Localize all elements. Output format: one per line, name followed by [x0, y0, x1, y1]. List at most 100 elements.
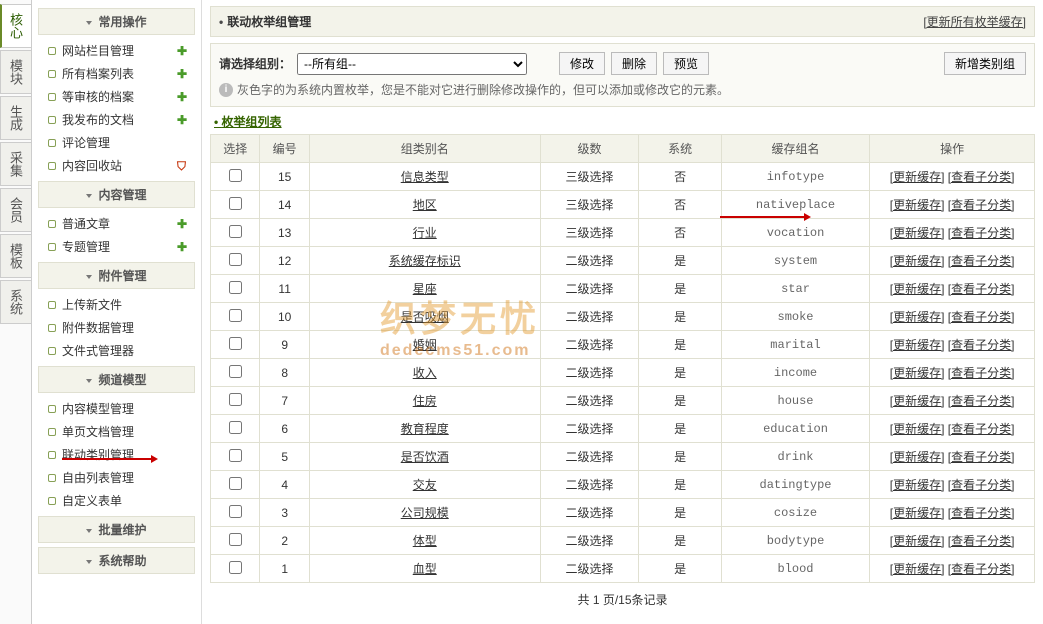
sidebar-item-2-1[interactable]: 附件数据管理 [38, 316, 195, 339]
view-children-link[interactable]: [查看子分类] [948, 366, 1015, 380]
sidebar-item-0-2[interactable]: 等审核的档案✚ [38, 85, 195, 108]
sidebar-item-0-1[interactable]: 所有档案列表✚ [38, 62, 195, 85]
preview-button[interactable]: 预览 [663, 52, 709, 75]
row-checkbox[interactable] [229, 477, 242, 490]
row-alias-link[interactable]: 系统缓存标识 [389, 254, 461, 268]
update-cache-link[interactable]: [更新缓存] [890, 450, 945, 464]
delete-button[interactable]: 删除 [611, 52, 657, 75]
row-id: 7 [260, 387, 309, 415]
row-checkbox[interactable] [229, 421, 242, 434]
sidebar-item-0-4[interactable]: 评论管理 [38, 131, 195, 154]
row-alias-link[interactable]: 公司规模 [401, 506, 449, 520]
sidebar-item-0-5[interactable]: 内容回收站⛉ [38, 154, 195, 177]
add-group-button[interactable]: 新增类别组 [944, 52, 1026, 75]
view-children-link[interactable]: [查看子分类] [948, 198, 1015, 212]
sidebar-item-2-0[interactable]: 上传新文件 [38, 293, 195, 316]
view-children-link[interactable]: [查看子分类] [948, 394, 1015, 408]
sidebar-group-1[interactable]: 内容管理 [38, 181, 195, 208]
update-cache-link[interactable]: [更新缓存] [890, 394, 945, 408]
row-checkbox[interactable] [229, 253, 242, 266]
row-level: 二级选择 [540, 359, 639, 387]
update-cache-link[interactable]: [更新缓存] [890, 338, 945, 352]
sidebar-item-0-3[interactable]: 我发布的文档✚ [38, 108, 195, 131]
left-tab-4[interactable]: 会员 [0, 188, 31, 232]
view-children-link[interactable]: [查看子分类] [948, 506, 1015, 520]
sidebar-item-label: 普通文章 [62, 215, 110, 232]
row-checkbox[interactable] [229, 337, 242, 350]
update-cache-link[interactable]: [更新缓存] [890, 562, 945, 576]
row-alias-link[interactable]: 信息类型 [401, 170, 449, 184]
sidebar-group-2[interactable]: 附件管理 [38, 262, 195, 289]
sidebar-item-3-4[interactable]: 自定义表单 [38, 489, 195, 512]
row-checkbox[interactable] [229, 561, 242, 574]
row-alias-link[interactable]: 血型 [413, 562, 437, 576]
row-alias-link[interactable]: 地区 [413, 198, 437, 212]
left-tab-2[interactable]: 生成 [0, 96, 31, 140]
row-level: 二级选择 [540, 415, 639, 443]
view-children-link[interactable]: [查看子分类] [948, 170, 1015, 184]
sidebar-item-0-0[interactable]: 网站栏目管理✚ [38, 39, 195, 62]
update-cache-link[interactable]: [更新缓存] [890, 170, 945, 184]
left-tab-5[interactable]: 模板 [0, 234, 31, 278]
sidebar-item-3-1[interactable]: 单页文档管理 [38, 420, 195, 443]
row-checkbox[interactable] [229, 505, 242, 518]
view-children-link[interactable]: [查看子分类] [948, 310, 1015, 324]
row-checkbox[interactable] [229, 393, 242, 406]
sidebar-item-2-2[interactable]: 文件式管理器 [38, 339, 195, 362]
row-alias-link[interactable]: 是否吸烟 [401, 310, 449, 324]
row-checkbox[interactable] [229, 281, 242, 294]
row-alias-link[interactable]: 收入 [413, 366, 437, 380]
row-id: 12 [260, 247, 309, 275]
view-children-link[interactable]: [查看子分类] [948, 422, 1015, 436]
left-tab-3[interactable]: 采集 [0, 142, 31, 186]
update-cache-link[interactable]: [更新缓存] [890, 254, 945, 268]
update-cache-link[interactable]: [更新缓存] [890, 310, 945, 324]
row-checkbox[interactable] [229, 449, 242, 462]
row-checkbox[interactable] [229, 225, 242, 238]
update-cache-link[interactable]: [更新缓存] [890, 534, 945, 548]
row-checkbox[interactable] [229, 309, 242, 322]
row-checkbox[interactable] [229, 365, 242, 378]
sidebar-item-3-3[interactable]: 自由列表管理 [38, 466, 195, 489]
sidebar-item-1-1[interactable]: 专题管理✚ [38, 235, 195, 258]
row-alias-link[interactable]: 体型 [413, 534, 437, 548]
view-children-link[interactable]: [查看子分类] [948, 338, 1015, 352]
row-alias-link[interactable]: 星座 [413, 282, 437, 296]
update-cache-link[interactable]: [更新缓存] [890, 422, 945, 436]
row-alias-link[interactable]: 行业 [413, 226, 437, 240]
sidebar-item-3-0[interactable]: 内容模型管理 [38, 397, 195, 420]
row-alias-link[interactable]: 住房 [413, 394, 437, 408]
update-cache-link[interactable]: [更新缓存] [890, 282, 945, 296]
sidebar-group-3[interactable]: 频道模型 [38, 366, 195, 393]
view-children-link[interactable]: [查看子分类] [948, 254, 1015, 268]
row-checkbox[interactable] [229, 197, 242, 210]
left-tab-1[interactable]: 模块 [0, 50, 31, 94]
view-children-link[interactable]: [查看子分类] [948, 478, 1015, 492]
view-children-link[interactable]: [查看子分类] [948, 226, 1015, 240]
row-alias-link[interactable]: 婚姻 [413, 338, 437, 352]
view-children-link[interactable]: [查看子分类] [948, 562, 1015, 576]
view-children-link[interactable]: [查看子分类] [948, 282, 1015, 296]
update-cache-link[interactable]: [更新缓存] [890, 366, 945, 380]
sidebar-item-1-0[interactable]: 普通文章✚ [38, 212, 195, 235]
update-cache-link[interactable]: [更新缓存] [890, 198, 945, 212]
row-checkbox[interactable] [229, 533, 242, 546]
view-children-link[interactable]: [查看子分类] [948, 450, 1015, 464]
update-cache-link[interactable]: [更新缓存] [890, 478, 945, 492]
update-cache-link[interactable]: [更新缓存] [890, 226, 945, 240]
update-all-cache-link[interactable]: [更新所有枚举缓存] [923, 13, 1026, 30]
view-children-link[interactable]: [查看子分类] [948, 534, 1015, 548]
row-alias-link[interactable]: 是否饮酒 [401, 450, 449, 464]
row-alias-link[interactable]: 教育程度 [401, 422, 449, 436]
sidebar-item-3-2[interactable]: 联动类别管理 [38, 443, 195, 466]
group-select[interactable]: --所有组-- [297, 53, 527, 75]
sidebar-group-4[interactable]: 批量维护 [38, 516, 195, 543]
edit-button[interactable]: 修改 [559, 52, 605, 75]
sidebar-group-5[interactable]: 系统帮助 [38, 547, 195, 574]
left-tab-0[interactable]: 核心 [0, 4, 31, 48]
row-alias-link[interactable]: 交友 [413, 478, 437, 492]
row-checkbox[interactable] [229, 169, 242, 182]
left-tab-6[interactable]: 系统 [0, 280, 31, 324]
update-cache-link[interactable]: [更新缓存] [890, 506, 945, 520]
sidebar-group-0[interactable]: 常用操作 [38, 8, 195, 35]
